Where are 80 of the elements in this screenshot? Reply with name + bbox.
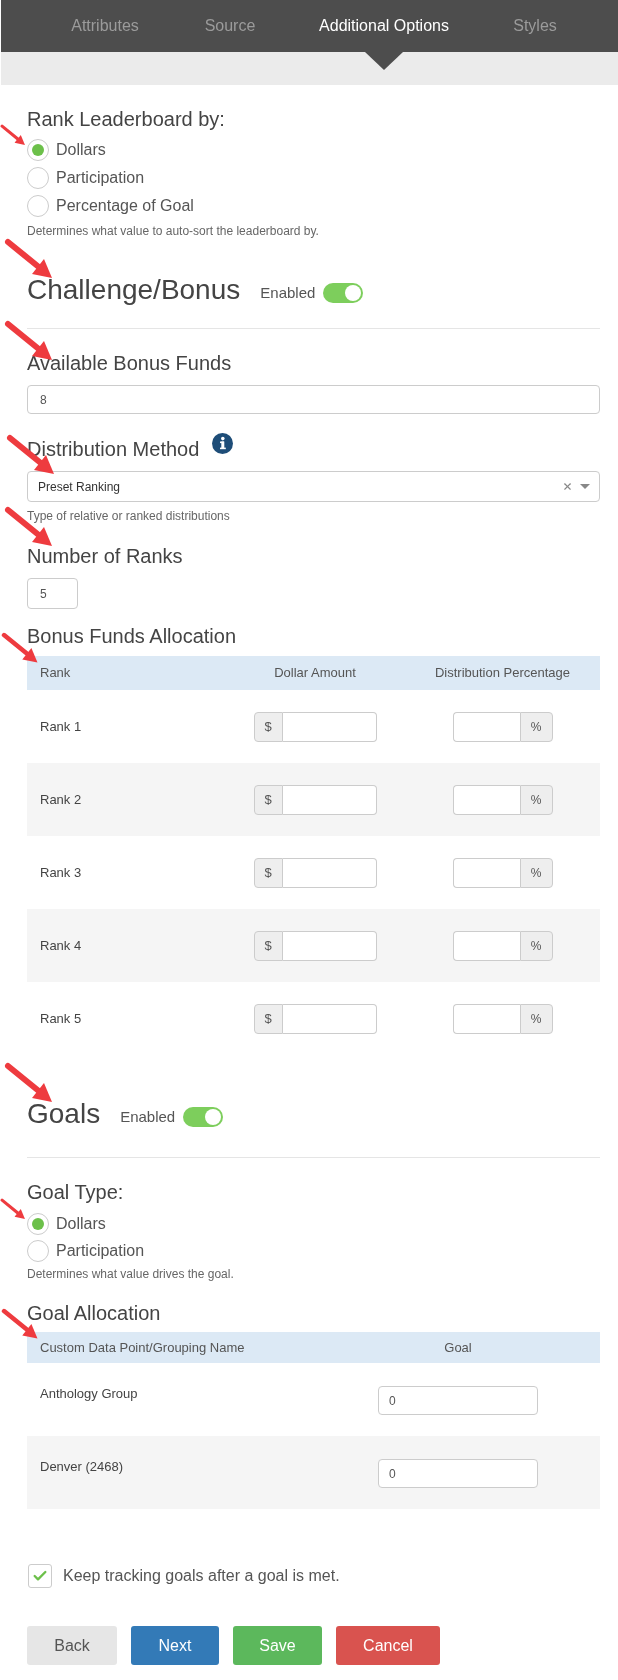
column-header: Rank — [39, 664, 72, 683]
section-heading: Bonus Funds Allocation — [27, 624, 238, 648]
rank-label: Rank 2 — [39, 790, 83, 809]
section-heading: Challenge/Bonus — [27, 273, 241, 307]
percent-suffix: % — [519, 711, 553, 742]
percentage-input[interactable] — [452, 857, 520, 888]
form-button[interactable]: Back — [27, 1626, 117, 1665]
bonus-funds-input[interactable]: 8 — [27, 385, 600, 414]
radio-label: Participation — [56, 1240, 145, 1261]
currency-prefix: $ — [253, 857, 283, 888]
rank-label: Rank 5 — [39, 1009, 83, 1028]
help-text: Determines what value to auto-sort the leaderboard by. — [27, 223, 320, 239]
dollar-amount-input[interactable] — [282, 930, 377, 961]
tab[interactable]: Source — [169, 0, 291, 52]
radio-label: Participation — [56, 168, 145, 188]
radio-label: Percentage of Goal — [56, 196, 194, 216]
percentage-input[interactable] — [452, 784, 520, 815]
checkbox[interactable] — [28, 1564, 52, 1588]
radio-button[interactable] — [27, 195, 49, 217]
field-label: Distribution Method — [27, 437, 200, 461]
currency-prefix: $ — [253, 784, 283, 815]
percent-suffix: % — [519, 1003, 553, 1034]
percentage-input[interactable] — [452, 930, 520, 961]
column-header: Distribution Percentage — [433, 664, 572, 683]
help-text: Determines what value drives the goal. — [27, 1266, 235, 1282]
goal-input[interactable]: 0 — [378, 1459, 538, 1488]
percentage-input[interactable] — [452, 711, 520, 742]
form-button[interactable]: Next — [131, 1626, 219, 1665]
checkbox-label: Keep tracking goals after a goal is met. — [63, 1566, 340, 1586]
radio-label: Dollars — [56, 140, 106, 160]
group-name: Anthology Group — [39, 1386, 139, 1402]
tab[interactable]: Styles — [477, 0, 593, 52]
annotation-arrow-icon — [4, 506, 54, 548]
currency-prefix: $ — [253, 1003, 283, 1034]
field-label: Number of Ranks — [27, 544, 184, 568]
dollar-amount-input[interactable] — [282, 711, 377, 742]
radio-button[interactable] — [27, 167, 49, 189]
toggle-label: Enabled — [120, 1106, 176, 1127]
tab[interactable]: Additional Options — [291, 0, 477, 52]
section-heading: Rank Leaderboard by: — [27, 107, 226, 131]
percentage-input[interactable] — [452, 1003, 520, 1034]
rank-label: Rank 4 — [39, 936, 83, 955]
toggle-switch[interactable] — [323, 283, 364, 303]
annotation-arrow-icon — [4, 1062, 54, 1104]
radio-button[interactable] — [27, 1212, 49, 1235]
percent-suffix: % — [519, 784, 553, 815]
column-header: Dollar Amount — [273, 664, 357, 683]
radio-button[interactable] — [27, 1239, 49, 1262]
tab[interactable]: Attributes — [41, 0, 169, 52]
dollar-amount-input[interactable] — [282, 857, 377, 888]
goal-input[interactable]: 0 — [378, 1386, 538, 1415]
dollar-amount-input[interactable] — [282, 784, 377, 815]
section-heading: Goal Type: — [27, 1180, 125, 1204]
rank-label: Rank 3 — [39, 863, 83, 882]
distribution-method-select[interactable]: Preset Ranking — [27, 471, 600, 502]
form-button[interactable]: Cancel — [336, 1626, 440, 1665]
rank-label: Rank 1 — [39, 717, 83, 736]
number-of-ranks-input[interactable]: 5 — [27, 578, 78, 609]
annotation-arrow-icon — [4, 238, 54, 280]
clear-icon[interactable] — [562, 481, 573, 492]
column-header: Goal — [443, 1338, 473, 1357]
toggle-label: Enabled — [260, 282, 316, 303]
section-heading: Goals — [27, 1097, 101, 1131]
field-label: Available Bonus Funds — [27, 351, 233, 375]
help-text: Type of relative or ranked distributions — [27, 508, 231, 524]
dollar-amount-input[interactable] — [282, 1003, 377, 1034]
percent-suffix: % — [519, 930, 553, 961]
toggle-switch[interactable] — [183, 1107, 224, 1127]
annotation-arrow-icon — [0, 1198, 26, 1220]
column-header: Custom Data Point/Grouping Name — [39, 1338, 246, 1357]
percent-suffix: % — [519, 857, 553, 888]
radio-button[interactable] — [27, 139, 49, 161]
radio-label: Dollars — [56, 1213, 106, 1234]
currency-prefix: $ — [253, 930, 283, 961]
section-heading: Goal Allocation — [27, 1301, 162, 1325]
group-name: Denver (2468) — [39, 1459, 125, 1475]
info-icon[interactable] — [212, 433, 234, 454]
caret-down-icon — [580, 484, 590, 489]
annotation-arrow-icon — [0, 124, 26, 146]
currency-prefix: $ — [253, 711, 283, 742]
